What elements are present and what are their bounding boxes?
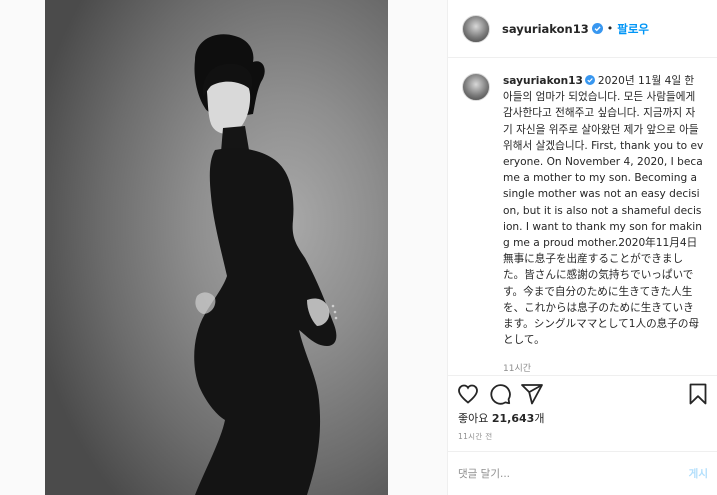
woman-silhouette [194,34,338,495]
header-username[interactable]: sayuriakon13 [502,22,589,36]
post-header: sayuriakon13 • 팔로우 [448,0,717,58]
avatar[interactable] [462,14,490,43]
follow-button[interactable]: 팔로우 [617,21,649,37]
verified-badge-icon [591,23,603,34]
separator-dot: • [606,22,614,35]
share-icon[interactable] [520,382,544,406]
action-bar [448,375,717,409]
photo-image [45,0,388,495]
instagram-post: sayuriakon13 • 팔로우 sayuriakon13 2020년 11월… [0,0,717,495]
caption-username[interactable]: sayuriakon13 [503,75,583,87]
caption-time[interactable]: 11시간 [503,361,704,374]
caption-text: 2020년 11월 4일 한 아들의 엄마가 되었습니다. 모든 사람들에게 감… [503,75,704,347]
likes-prefix: 좋아요 [458,412,492,425]
likes-number: 21,643 [491,412,535,425]
comment-input[interactable] [458,467,658,480]
caption-row: sayuriakon13 2020년 11월 4일 한 아들의 엄마가 되었습니다… [462,73,704,348]
comment-bar: 게시 [448,451,717,495]
comment-icon[interactable] [488,382,512,406]
post-comment-button[interactable]: 게시 [689,466,708,481]
caption-text-block: sayuriakon13 2020년 11월 4일 한 아들의 엄마가 되었습니다… [503,73,704,348]
caption-verified-icon [584,75,595,85]
heart-icon[interactable] [456,382,480,406]
post-photo[interactable] [0,0,447,495]
post-timestamp[interactable]: 11시간 전 [458,431,492,442]
bookmark-icon[interactable] [686,382,710,406]
caption-avatar[interactable] [462,73,490,101]
caption-area: sayuriakon13 2020년 11월 4일 한 아들의 엄마가 되었습니다… [448,59,717,375]
likes-suffix: 개 [534,412,545,425]
post-sidebar: sayuriakon13 • 팔로우 sayuriakon13 2020년 11월… [447,0,717,495]
likes-count[interactable]: 좋아요 21,643개 [458,410,544,426]
